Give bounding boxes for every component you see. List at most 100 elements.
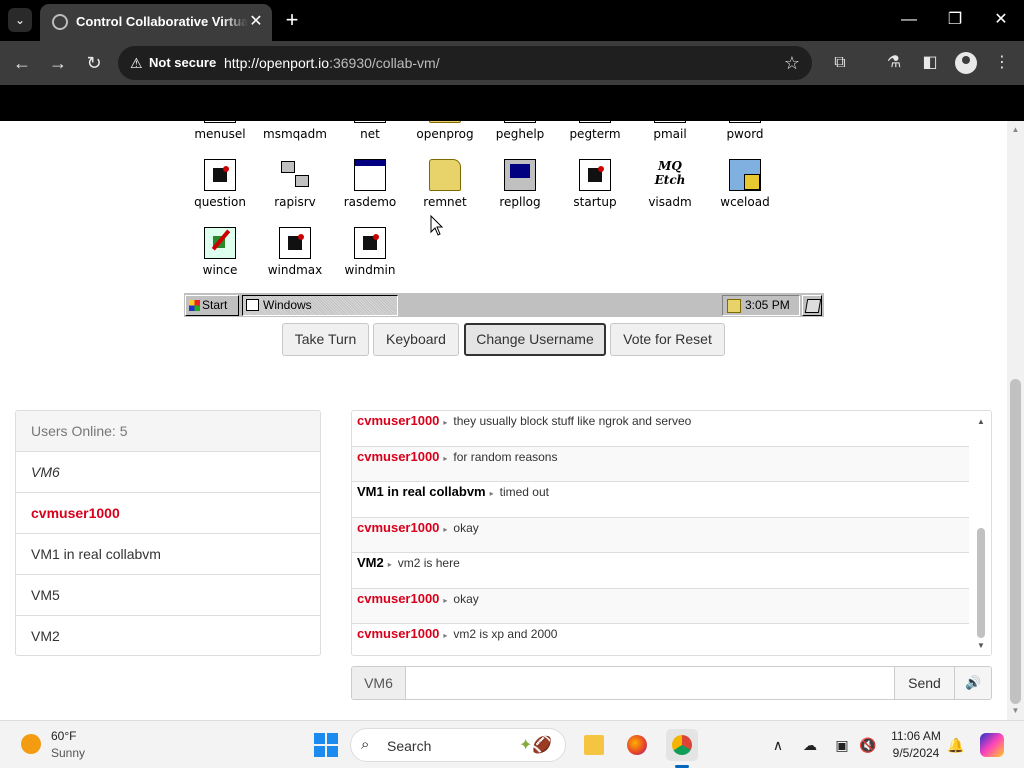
chat-panel[interactable]: cvmuser1000 ▸ they usually block stuff lik… [351, 410, 992, 656]
vm-icon-menusel[interactable]: menusel [182, 121, 258, 159]
scroll-down-icon[interactable]: ▼ [1007, 704, 1024, 718]
vm-icon-repllog[interactable]: repllog [482, 159, 558, 227]
chat-username[interactable]: VM1 in real collabvm [357, 484, 486, 499]
vm-tray-clock[interactable]: 3:05 PM [722, 295, 800, 316]
user-list-item[interactable]: VM1 in real collabvm [16, 534, 320, 575]
page-scroll-thumb[interactable] [1010, 379, 1021, 704]
chat-scroll-up-icon[interactable]: ▲ [971, 415, 991, 429]
window-close-icon[interactable]: ✕ [989, 8, 1013, 32]
take-turn-button[interactable]: Take Turn [282, 323, 369, 356]
tab-close-icon[interactable]: ✕ [246, 12, 266, 32]
vm-icon-label: msmqadm [263, 127, 327, 141]
vm-icon-peghelp[interactable]: peghelp [482, 121, 558, 159]
user-list-item[interactable]: VM5 [16, 575, 320, 616]
new-tab-button[interactable]: + [282, 8, 302, 32]
tab-search-chevron-icon[interactable]: ⌄ [8, 8, 32, 32]
vm-icon-windmax[interactable]: windmax [257, 227, 333, 295]
address-bar[interactable]: ⚠ Not secure http://openport.io:36930/co… [118, 46, 812, 80]
vm-icon-msmqadm[interactable]: msmqadm [257, 121, 333, 159]
send-button[interactable]: Send [894, 667, 954, 699]
profile-avatar[interactable] [955, 52, 977, 74]
show-desktop-icon[interactable] [802, 295, 822, 316]
chat-text: okay [453, 520, 479, 535]
wceload-icon [729, 159, 761, 191]
windows-flag-icon [189, 300, 200, 311]
vm-icon-label: question [194, 195, 246, 209]
chat-text: for random reasons [453, 449, 558, 464]
vm-icon-question[interactable]: question [182, 159, 258, 227]
user-list: VM6 cvmuser1000 VM1 in real collabvm VM5 VM2 [16, 452, 320, 655]
notification-bell-icon[interactable]: 🔔 [946, 735, 966, 755]
weather-condition[interactable]: Sunny [51, 746, 85, 760]
firefox-icon[interactable] [621, 729, 653, 761]
vm-display[interactable]: menusel msmqadm net openprog peghelp pegterm p… [184, 121, 824, 317]
keyboard-button[interactable]: Keyboard [373, 323, 459, 356]
chat-username[interactable]: cvmuser1000 [357, 520, 439, 535]
copilot-icon[interactable] [980, 733, 1004, 757]
vm-icon-label: wince [202, 263, 238, 277]
taskbar-time[interactable]: 11:06 AM [886, 729, 946, 743]
forward-icon[interactable]: → [46, 51, 70, 75]
vm-start-button[interactable]: Start [185, 295, 239, 316]
vm-icon-label: rapisrv [274, 195, 316, 209]
bookmark-star-icon[interactable]: ☆ [784, 53, 800, 74]
speaker-icon[interactable]: 🔊 [954, 667, 991, 699]
weather-sun-icon[interactable] [21, 734, 41, 754]
chat-scroll-down-icon[interactable]: ▼ [971, 639, 991, 653]
vm-icon-windmin[interactable]: windmin [332, 227, 408, 295]
vm-icon-rasdemo[interactable]: rasdemo [332, 159, 408, 227]
user-list-item[interactable]: VM6 [16, 452, 320, 493]
vm-icon-pmail[interactable]: pmail [632, 121, 708, 159]
menu-kebab-icon[interactable]: ⋮ [990, 51, 1014, 75]
chat-username[interactable]: VM2 [357, 555, 384, 570]
chrome-icon[interactable] [666, 729, 698, 761]
vm-icon-pword[interactable]: pword [707, 121, 783, 159]
chat-text: okay [453, 591, 479, 606]
vm-icon-label: rasdemo [343, 195, 397, 209]
chat-input[interactable] [406, 667, 894, 699]
vm-icon-startup[interactable]: startup [557, 159, 633, 227]
vote-reset-button[interactable]: Vote for Reset [610, 323, 725, 356]
onedrive-offline-icon[interactable]: ☁ [800, 735, 820, 755]
side-panel-icon[interactable]: ◧ [918, 51, 942, 75]
security-label[interactable]: Not secure [149, 55, 216, 70]
taskbar-search[interactable]: ⌕ Search ✦🏈 [350, 728, 566, 762]
vm-icon-visadm[interactable]: MQ Etch visadm [632, 159, 708, 227]
vm-icon-wceload[interactable]: wceload [707, 159, 783, 227]
vm-icon-net[interactable]: net [332, 121, 408, 159]
tray-overflow-icon[interactable]: ∧ [768, 735, 788, 755]
taskbar-date[interactable]: 9/5/2024 [886, 746, 946, 760]
change-username-button[interactable]: Change Username [464, 323, 606, 356]
vm-task-windows[interactable]: Windows [242, 295, 398, 316]
vm-icon-pegterm[interactable]: pegterm [557, 121, 633, 159]
volume-muted-icon[interactable]: 🔇 [858, 735, 878, 755]
windows-start-icon[interactable] [314, 733, 338, 757]
back-icon[interactable]: ← [10, 51, 34, 75]
browser-tab[interactable]: Control Collaborative Virtual M ✕ [40, 4, 272, 41]
weather-temp[interactable]: 60°F [51, 729, 76, 743]
scroll-up-icon[interactable]: ▲ [1007, 123, 1024, 137]
chat-scroll-thumb[interactable] [977, 528, 985, 638]
reload-icon[interactable]: ↻ [82, 51, 106, 75]
chat-text: they usually block stuff like ngrok and … [453, 414, 692, 428]
vm-icon-openprog[interactable]: openprog [407, 121, 483, 159]
vm-icon-rapisrv[interactable]: rapisrv [257, 159, 333, 227]
user-list-item[interactable]: VM2 [16, 616, 320, 655]
chat-username[interactable]: cvmuser1000 [357, 449, 439, 464]
vm-icon-remnet[interactable]: remnet [407, 159, 483, 227]
user-list-item[interactable]: cvmuser1000 [16, 493, 320, 534]
file-explorer-icon[interactable] [578, 729, 610, 761]
chat-username[interactable]: cvmuser1000 [357, 591, 439, 606]
chat-username[interactable]: cvmuser1000 [357, 413, 439, 428]
doc-icon [654, 121, 686, 123]
chat-username[interactable]: cvmuser1000 [357, 626, 439, 641]
network-icon[interactable]: ▣ [832, 735, 852, 755]
page-scrollbar[interactable]: ▲ ▼ [1007, 121, 1024, 720]
extensions-icon[interactable]: ⧉ [828, 51, 852, 75]
labs-flask-icon[interactable]: ⚗ [882, 51, 906, 75]
url-text[interactable]: http://openport.io:36930/collab-vm/ [224, 55, 440, 71]
minimize-icon[interactable]: — [897, 8, 921, 32]
restore-icon[interactable]: ❐ [943, 8, 967, 32]
chat-scrollbar[interactable]: ▲ ▼ [971, 411, 991, 655]
vm-icon-wince[interactable]: wince [182, 227, 258, 295]
